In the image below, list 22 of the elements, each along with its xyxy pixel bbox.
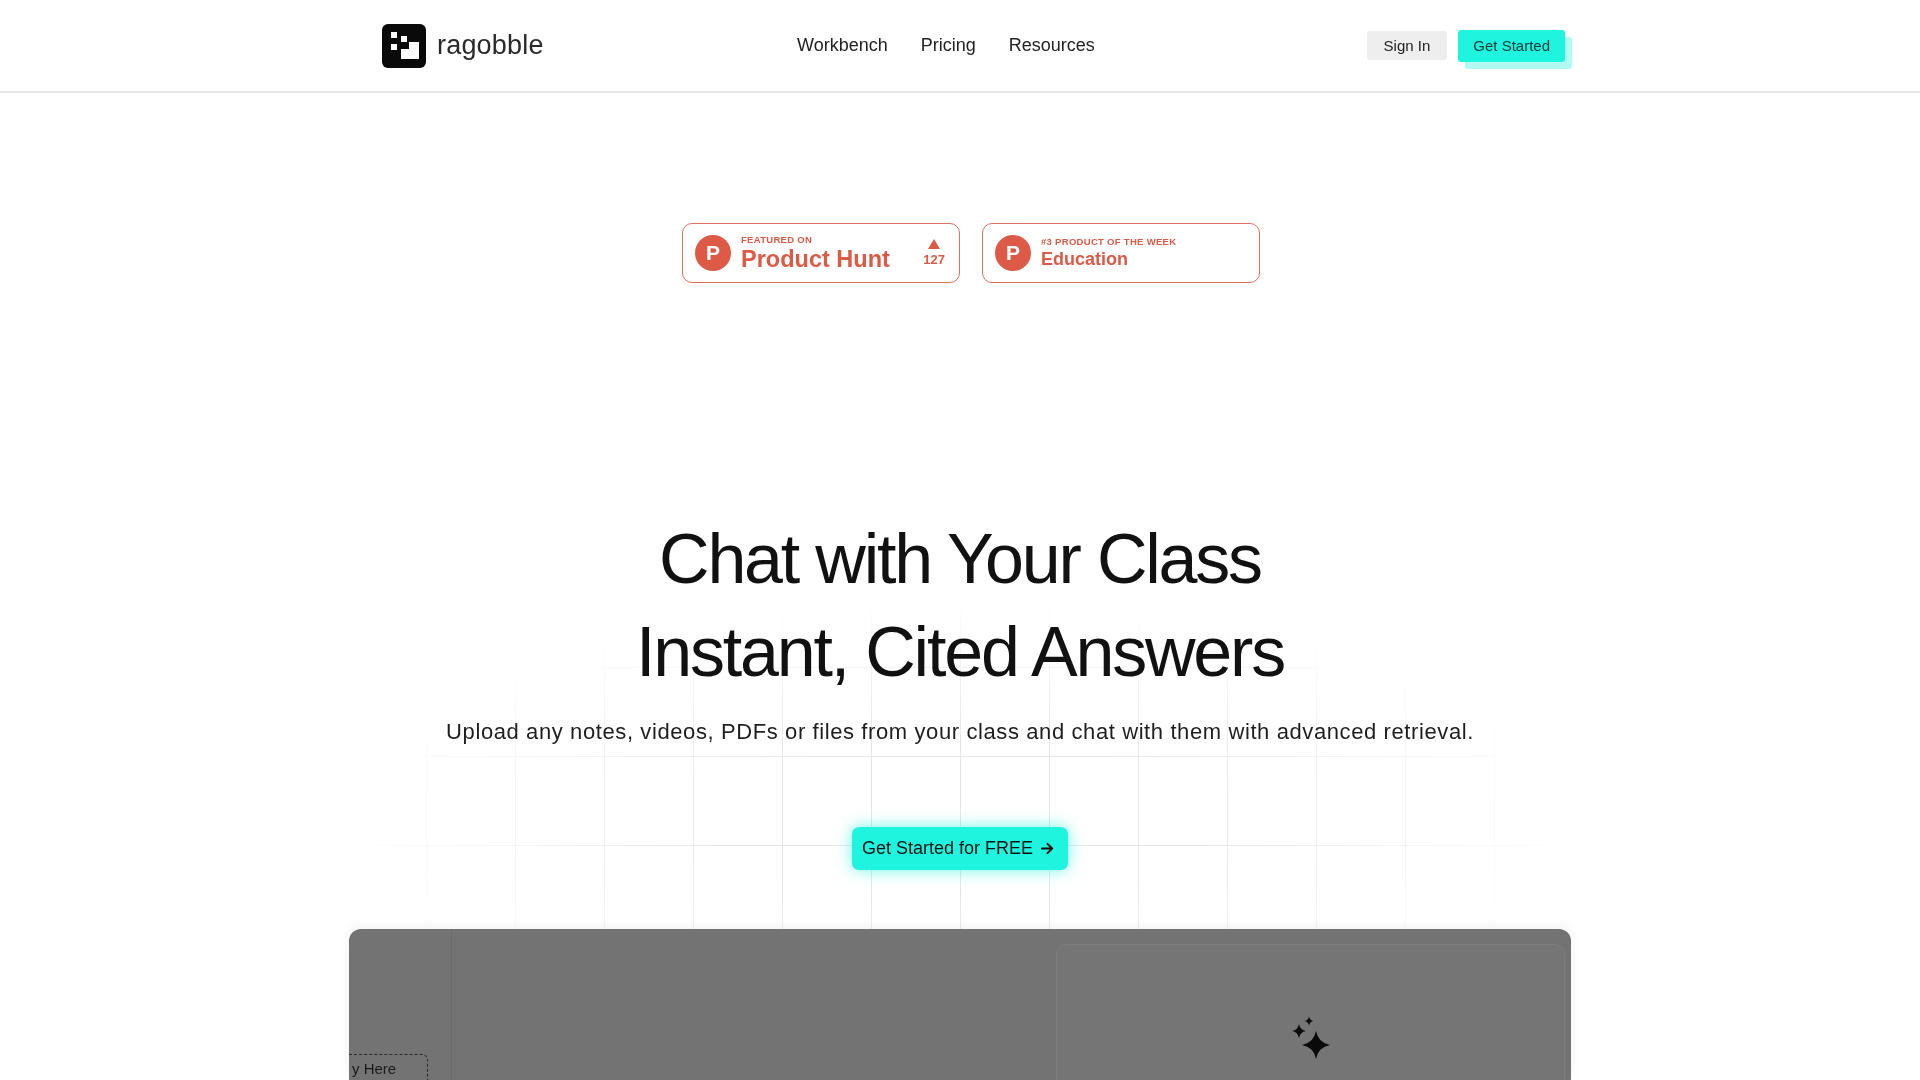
get-started-free-button[interactable]: Get Started for FREE — [851, 827, 1069, 870]
badge-kicker: FEATURED ON — [741, 234, 814, 246]
badge-title: Product Hunt — [741, 246, 890, 272]
logo-mark: P — [995, 235, 1031, 271]
sign-in-button[interactable]: Sign In — [1366, 31, 1448, 60]
badge-title: Education — [1041, 247, 1129, 271]
hero-heading: Chat with Your Class — [659, 519, 1261, 600]
nav-link[interactable]: Pricing — [920, 35, 976, 56]
arrow-right-icon — [1041, 842, 1055, 855]
nav-link[interactable]: Resources — [1008, 35, 1095, 56]
logo-link[interactable]: ragobble — [382, 23, 544, 68]
vote-count: 127 — [923, 253, 945, 267]
logo-icon — [382, 23, 426, 68]
award-badge[interactable]: P FEATURED ON Product Hunt 127 — [682, 223, 960, 283]
badge-kicker: #3 PRODUCT OF THE WEEK — [1041, 235, 1177, 248]
hero-heading: Instant, Cited Answers — [635, 612, 1284, 693]
upload-dropzone[interactable]: y Here — [349, 1054, 428, 1080]
award-badge[interactable]: P #3 PRODUCT OF THE WEEK Education — [982, 223, 1260, 283]
hero-subtitle: Upload any notes, videos, PDFs or files from your class and chat with them with advanced retrieval. — [446, 718, 1474, 746]
logo-mark: P — [695, 235, 731, 271]
triangle-icon — [928, 239, 941, 249]
nav-link[interactable]: Workbench — [797, 35, 888, 56]
